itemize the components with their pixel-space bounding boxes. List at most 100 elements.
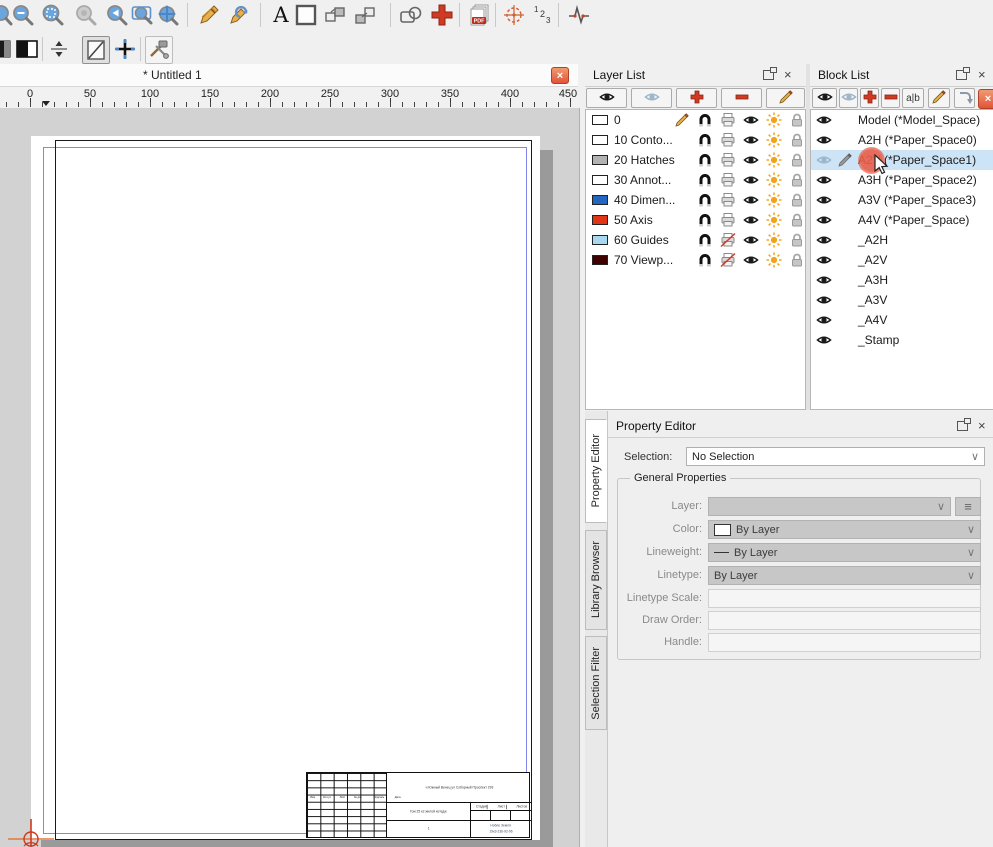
print-icon[interactable] <box>720 132 736 148</box>
layer-dropdown-disabled[interactable]: ∨ <box>708 497 951 516</box>
visibility-eye-icon[interactable] <box>743 132 759 148</box>
block-name[interactable]: _Stamp <box>858 333 899 347</box>
print-icon[interactable] <box>720 212 736 228</box>
tab-property-editor[interactable]: Property Editor <box>585 419 607 523</box>
block-row-11[interactable]: _Stamp <box>811 330 993 350</box>
visibility-eye-icon[interactable] <box>743 232 759 248</box>
layer-color-swatch[interactable] <box>592 175 608 185</box>
layer-name[interactable]: 40 Dimen... <box>614 193 675 207</box>
block-add-button[interactable] <box>860 88 879 108</box>
draw-order-input[interactable] <box>708 611 981 630</box>
drawing-canvas[interactable]: Изм Кол.уч Лист № док Подпись Дата н Южн… <box>0 108 580 847</box>
snap-magnet-icon[interactable] <box>697 212 713 228</box>
block-row-4[interactable]: A3V (*Paper_Space3) <box>811 190 993 210</box>
layer-show-all-button[interactable] <box>586 88 627 108</box>
print-icon[interactable] <box>720 192 736 208</box>
layer-row-4[interactable]: 40 Dimen... <box>586 190 805 210</box>
no-print-icon[interactable] <box>720 232 736 248</box>
layer-menu-button[interactable]: ≡ <box>955 497 981 516</box>
tab-selection-filter[interactable]: Selection Filter <box>585 636 607 730</box>
brightness-sun-icon[interactable] <box>766 232 782 248</box>
block-name[interactable]: A3V (*Paper_Space3) <box>858 193 976 207</box>
lock-icon[interactable] <box>789 152 805 168</box>
panel-float-icon[interactable] <box>956 70 967 80</box>
handle-input[interactable] <box>708 633 981 652</box>
layer-color-swatch[interactable] <box>592 115 608 125</box>
brightness-sun-icon[interactable] <box>766 172 782 188</box>
swatch-cut-icon[interactable] <box>0 36 14 62</box>
brightness-sun-icon[interactable] <box>766 192 782 208</box>
draft-mode-button[interactable] <box>82 36 110 64</box>
block-rename-button[interactable]: a|b <box>902 88 924 108</box>
visibility-eye-icon[interactable] <box>816 172 832 188</box>
brightness-sun-icon[interactable] <box>766 132 782 148</box>
layer-name[interactable]: 30 Annot... <box>614 173 671 187</box>
layer-color-swatch[interactable] <box>592 135 608 145</box>
block-row-9[interactable]: _A3V <box>811 290 993 310</box>
layer-edit-button[interactable] <box>766 88 805 108</box>
visibility-eye-icon[interactable] <box>816 192 832 208</box>
block-hide-all-button[interactable] <box>839 88 858 108</box>
visibility-eye-icon[interactable] <box>816 312 832 328</box>
snap-magnet-icon[interactable] <box>697 112 713 128</box>
snap-magnet-icon[interactable] <box>697 152 713 168</box>
layer-row-7[interactable]: 70 Viewp... <box>586 250 805 270</box>
document-tab[interactable]: * Untitled 1 <box>143 68 202 82</box>
layer-name[interactable]: 50 Axis <box>614 213 653 227</box>
visibility-eye-icon[interactable] <box>816 232 832 248</box>
block-edit-button[interactable] <box>928 88 950 108</box>
block-name[interactable]: Model (*Model_Space) <box>858 113 980 127</box>
block-row-2-selected[interactable]: A2V (*Paper_Space1) <box>811 150 993 170</box>
visibility-eye-icon[interactable] <box>743 172 759 188</box>
layer-row-3[interactable]: 30 Annot... <box>586 170 805 190</box>
brightness-sun-icon[interactable] <box>766 112 782 128</box>
print-icon[interactable] <box>720 152 736 168</box>
block-name[interactable]: _A4V <box>858 313 887 327</box>
brightness-sun-icon[interactable] <box>766 152 782 168</box>
snap-magnet-icon[interactable] <box>697 192 713 208</box>
selection-dropdown[interactable]: No Selection ∨ <box>686 447 985 466</box>
layer-name[interactable]: 20 Hatches <box>614 153 675 167</box>
snap-magnet-icon[interactable] <box>697 232 713 248</box>
layer-row-1[interactable]: 10 Conto... <box>586 130 805 150</box>
lineweight-dropdown-disabled[interactable]: By Layer ∨ <box>708 543 981 562</box>
visibility-eye-icon[interactable] <box>743 192 759 208</box>
visibility-eye-icon[interactable] <box>743 212 759 228</box>
layer-name[interactable]: 70 Viewp... <box>614 253 673 267</box>
print-icon[interactable] <box>720 172 736 188</box>
brightness-sun-icon[interactable] <box>766 252 782 268</box>
layer-hide-all-button[interactable] <box>631 88 672 108</box>
layer-name[interactable]: 60 Guides <box>614 233 669 247</box>
visibility-eye-icon[interactable] <box>743 252 759 268</box>
block-name[interactable]: _A3V <box>858 293 887 307</box>
tab-library-browser[interactable]: Library Browser <box>585 530 607 630</box>
linetype-dropdown-disabled[interactable]: By Layer ∨ <box>708 566 981 585</box>
layer-color-swatch[interactable] <box>592 155 608 165</box>
layer-color-swatch[interactable] <box>592 215 608 225</box>
block-name[interactable]: A2H (*Paper_Space0) <box>858 133 977 147</box>
block-row-3[interactable]: A3H (*Paper_Space2) <box>811 170 993 190</box>
layer-row-6[interactable]: 60 Guides <box>586 230 805 250</box>
layer-color-swatch[interactable] <box>592 235 608 245</box>
block-insert-icon[interactable] <box>954 88 975 108</box>
panel-float-icon[interactable] <box>957 421 968 431</box>
lock-icon[interactable] <box>789 112 805 128</box>
block-remove-button[interactable] <box>881 88 900 108</box>
no-print-icon[interactable] <box>720 252 736 268</box>
tab-close-button[interactable]: × <box>551 67 569 84</box>
layer-name[interactable]: 10 Conto... <box>614 133 673 147</box>
block-row-0[interactable]: Model (*Model_Space) <box>811 110 993 130</box>
print-icon[interactable] <box>720 112 736 128</box>
visibility-eye-icon[interactable] <box>816 252 832 268</box>
visibility-eye-icon[interactable] <box>816 332 832 348</box>
snap-magnet-icon[interactable] <box>697 132 713 148</box>
block-name[interactable]: _A2H <box>858 233 888 247</box>
layer-remove-button[interactable] <box>721 88 762 108</box>
lock-icon[interactable] <box>789 252 805 268</box>
block-row-5[interactable]: A4V (*Paper_Space) <box>811 210 993 230</box>
layer-name[interactable]: 0 <box>614 113 621 127</box>
lock-icon[interactable] <box>789 232 805 248</box>
block-row-8[interactable]: _A3H <box>811 270 993 290</box>
visibility-eye-icon[interactable] <box>816 112 832 128</box>
block-name[interactable]: _A2V <box>858 253 887 267</box>
